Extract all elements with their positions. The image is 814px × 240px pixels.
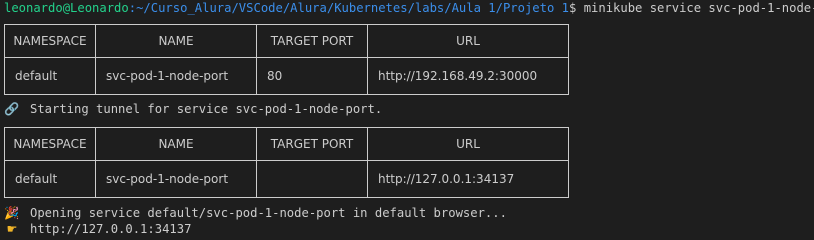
- header-namespace: NAMESPACE: [4, 24, 96, 58]
- tunnel-message-text: Starting tunnel for service svc-pod-1-no…: [30, 102, 383, 116]
- pointing-hand-icon: ☛: [6, 222, 18, 236]
- tunnel-message: 🔗 Starting tunnel for service svc-pod-1-n…: [4, 101, 382, 117]
- header-url: URL: [367, 127, 569, 161]
- service-table-1: NAMESPACE NAME TARGET PORT URL default s…: [4, 24, 569, 95]
- prompt-symbol: $: [569, 1, 577, 15]
- command-text[interactable]: minikube service svc-pod-1-node-port: [584, 1, 814, 15]
- command-prompt-line: leonardo@Leonardo:~/Curso_Alura/VSCode/A…: [4, 0, 814, 16]
- header-name: NAME: [95, 24, 257, 58]
- prompt-path: :~/Curso_Alura/VSCode/Alura/Kubernetes/l…: [128, 1, 569, 15]
- cell-url[interactable]: http://192.168.49.2:30000: [367, 57, 569, 95]
- cell-target-port: 80: [256, 57, 368, 95]
- header-name: NAME: [95, 127, 257, 161]
- cell-namespace: default: [4, 57, 96, 95]
- header-url: URL: [367, 24, 569, 58]
- party-popper-icon: 🎉: [4, 206, 20, 220]
- service-table-2: NAMESPACE NAME TARGET PORT URL default s…: [4, 127, 569, 198]
- cell-name: svc-pod-1-node-port: [95, 57, 257, 95]
- header-target-port: TARGET PORT: [256, 127, 368, 161]
- cell-url[interactable]: http://127.0.0.1:34137: [367, 160, 569, 198]
- chain-link-icon: 🔗: [4, 102, 20, 116]
- cell-name: svc-pod-1-node-port: [95, 160, 257, 198]
- table-row: default svc-pod-1-node-port 80 http://19…: [4, 57, 569, 95]
- prompt-user-host: leonardo@Leonardo: [4, 1, 129, 15]
- url-message-text[interactable]: http://127.0.0.1:34137: [30, 222, 191, 236]
- table-header-row: NAMESPACE NAME TARGET PORT URL: [4, 127, 569, 161]
- cell-target-port: [256, 160, 368, 198]
- opening-message: 🎉 Opening service default/svc-pod-1-node-…: [4, 205, 507, 221]
- opening-message-text: Opening service default/svc-pod-1-node-p…: [30, 206, 507, 220]
- cell-namespace: default: [4, 160, 96, 198]
- header-namespace: NAMESPACE: [4, 127, 96, 161]
- url-message: ☛ http://127.0.0.1:34137: [4, 221, 192, 237]
- header-target-port: TARGET PORT: [256, 24, 368, 58]
- table-header-row: NAMESPACE NAME TARGET PORT URL: [4, 24, 569, 58]
- table-row: default svc-pod-1-node-port http://127.0…: [4, 160, 569, 198]
